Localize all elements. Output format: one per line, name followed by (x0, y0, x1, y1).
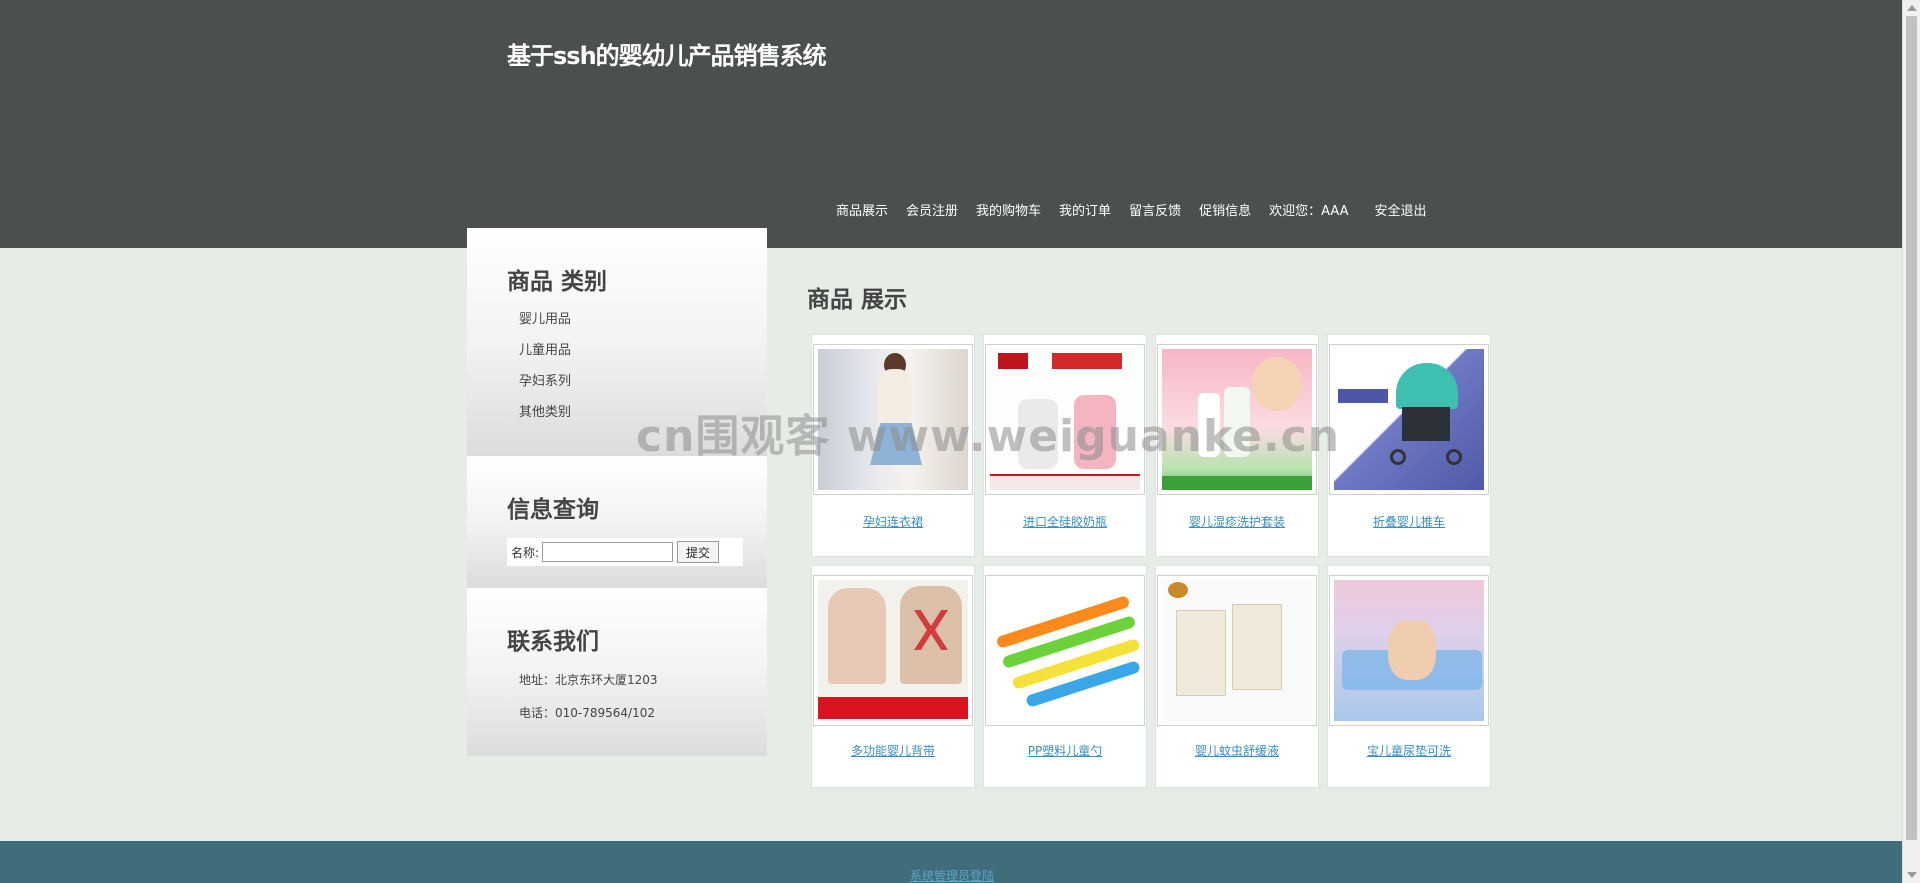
product-link[interactable]: 多功能婴儿背带 (812, 742, 974, 759)
contact-panel: 联系我们 地址：北京东环大厦1203 电话：010-789564/102 (467, 588, 767, 756)
site-header: 基于ssh的婴幼儿产品销售系统 商品展示 会员注册 我的购物车 我的订单 留言反… (0, 0, 1902, 248)
search-input[interactable] (542, 542, 674, 562)
category-item[interactable]: 其他类别 (519, 403, 767, 434)
stroller-photo-icon (1334, 349, 1484, 490)
product-card: 折叠婴儿推车 (1327, 334, 1491, 557)
product-card: 婴儿蚊虫舒缓液 (1155, 565, 1319, 788)
sidebar: 商品 类别 婴儿用品 儿童用品 孕妇系列 其他类别 信息查询 名称: 提交 联系… (467, 228, 767, 756)
product-thumb[interactable] (985, 344, 1145, 495)
product-grid: 孕妇连衣裙 进口全硅胶奶瓶 婴儿湿疹洗护套装 折叠婴儿推车 多功能婴儿背带 PP… (811, 334, 1493, 788)
product-thumb[interactable] (1157, 575, 1317, 726)
welcome-text: 欢迎您：AAA (1269, 204, 1349, 219)
page-title: 商品 展示 (807, 287, 908, 313)
product-card: 宝儿童尿垫可洗 (1327, 565, 1491, 788)
contact-phone: 电话：010-789564/102 (519, 706, 655, 720)
scroll-thumb[interactable] (1906, 16, 1917, 840)
main-nav: 商品展示 会员注册 我的购物车 我的订单 留言反馈 促销信息 欢迎您：AAA 安… (836, 200, 1445, 219)
carrier-photo-icon (818, 580, 968, 721)
vertical-scrollbar[interactable] (1902, 0, 1920, 883)
nav-promotions[interactable]: 促销信息 (1199, 200, 1251, 219)
product-link[interactable]: 进口全硅胶奶瓶 (984, 513, 1146, 530)
nav-product-display[interactable]: 商品展示 (836, 200, 888, 219)
search-label: 名称: (511, 545, 540, 560)
product-card: 进口全硅胶奶瓶 (983, 334, 1147, 557)
category-item[interactable]: 婴儿用品 (519, 310, 767, 341)
admin-login-link[interactable]: 系统管理员登陆 (910, 867, 994, 883)
search-submit-button[interactable]: 提交 (677, 541, 720, 563)
nav-my-orders[interactable]: 我的订单 (1059, 200, 1111, 219)
category-item[interactable]: 儿童用品 (519, 341, 767, 372)
product-thumb[interactable] (1329, 575, 1489, 726)
spoon-photo-icon (990, 580, 1140, 721)
search-title: 信息查询 (507, 497, 599, 523)
product-link[interactable]: 宝儿童尿垫可洗 (1328, 742, 1490, 759)
product-card: 孕妇连衣裙 (811, 334, 975, 557)
product-link[interactable]: 婴儿蚊虫舒缓液 (1156, 742, 1318, 759)
contact-address: 地址：北京东环大厦1203 (519, 673, 658, 687)
pad-photo-icon (1334, 580, 1484, 721)
site-title: 基于ssh的婴幼儿产品销售系统 (507, 42, 827, 70)
product-card: PP塑料儿童勺 (983, 565, 1147, 788)
product-thumb[interactable] (985, 575, 1145, 726)
product-link[interactable]: 孕妇连衣裙 (812, 513, 974, 530)
category-list: 婴儿用品 儿童用品 孕妇系列 其他类别 (507, 310, 767, 434)
search-panel: 信息查询 名称: 提交 (467, 456, 767, 588)
product-link[interactable]: 折叠婴儿推车 (1328, 513, 1490, 530)
dress-photo-icon (818, 349, 968, 490)
product-card: 婴儿湿疹洗护套装 (1155, 334, 1319, 557)
nav-member-register[interactable]: 会员注册 (906, 200, 958, 219)
product-link[interactable]: PP塑料儿童勺 (984, 742, 1146, 759)
category-panel: 商品 类别 婴儿用品 儿童用品 孕妇系列 其他类别 (467, 228, 767, 456)
category-item[interactable]: 孕妇系列 (519, 372, 767, 403)
contact-title: 联系我们 (507, 629, 599, 655)
category-title: 商品 类别 (507, 269, 608, 295)
product-thumb[interactable] (1329, 344, 1489, 495)
nav-my-cart[interactable]: 我的购物车 (976, 200, 1041, 219)
product-thumb[interactable] (813, 344, 973, 495)
product-thumb[interactable] (813, 575, 973, 726)
product-card: 多功能婴儿背带 (811, 565, 975, 788)
scroll-down-arrow-icon[interactable] (1907, 872, 1917, 878)
bottle-photo-icon (990, 349, 1140, 490)
logout-link[interactable]: 安全退出 (1375, 200, 1427, 219)
nav-feedback[interactable]: 留言反馈 (1129, 200, 1181, 219)
product-thumb[interactable] (1157, 344, 1317, 495)
product-link[interactable]: 婴儿湿疹洗护套装 (1156, 513, 1318, 530)
scroll-up-arrow-icon[interactable] (1907, 5, 1917, 11)
lotion-photo-icon (1162, 349, 1312, 490)
search-form: 名称: 提交 (507, 538, 743, 566)
site-footer: 系统管理员登陆 (0, 841, 1902, 883)
nasal-photo-icon (1162, 580, 1312, 721)
